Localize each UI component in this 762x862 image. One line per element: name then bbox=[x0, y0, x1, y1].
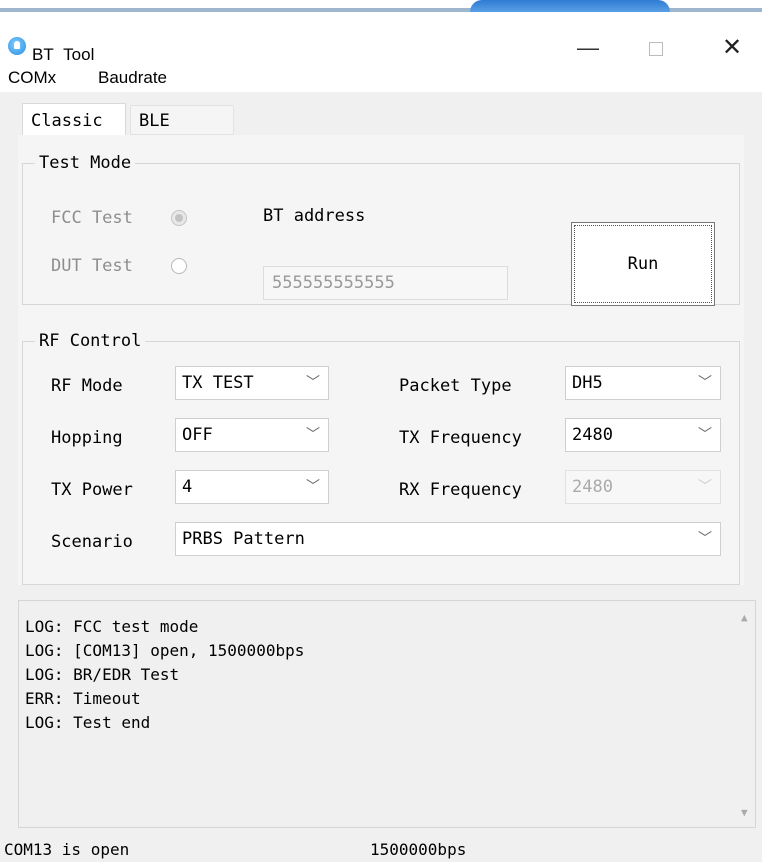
status-bar: COM13 is open 1500000bps bbox=[0, 834, 762, 862]
rf-mode-label: RF Mode bbox=[51, 376, 123, 396]
chevron-down-icon: ﹀ bbox=[698, 479, 712, 495]
rf-control-group: RF Control RF Mode TX TEST ﹀ Packet Type… bbox=[22, 331, 740, 585]
tx-power-value: 4 bbox=[182, 477, 193, 497]
test-mode-legend: Test Mode bbox=[35, 153, 136, 173]
chevron-down-icon: ﹀ bbox=[698, 375, 712, 391]
menu-comx[interactable]: COMx bbox=[8, 68, 56, 88]
dut-test-label: DUT Test bbox=[51, 256, 133, 276]
log-output[interactable]: LOG: FCC test mode LOG: [COM13] open, 15… bbox=[18, 600, 756, 828]
app-icon bbox=[8, 37, 26, 55]
maximize-icon bbox=[649, 42, 663, 57]
tx-frequency-label: TX Frequency bbox=[399, 428, 522, 448]
test-mode-group: Test Mode FCC Test DUT Test BT address 5… bbox=[22, 153, 740, 306]
run-button[interactable]: Run bbox=[571, 222, 715, 306]
minimize-button[interactable]: — bbox=[568, 34, 608, 64]
hopping-label: Hopping bbox=[51, 428, 123, 448]
chevron-down-icon: ﹀ bbox=[306, 375, 320, 391]
chevron-down-icon: ﹀ bbox=[698, 427, 712, 443]
scenario-value: PRBS Pattern bbox=[182, 529, 305, 549]
title-bar: BT_Tool — ✕ bbox=[0, 12, 762, 64]
fcc-test-label: FCC Test bbox=[51, 208, 133, 228]
close-button[interactable]: ✕ bbox=[712, 34, 752, 64]
desktop-strip bbox=[0, 0, 762, 12]
tx-frequency-value: 2480 bbox=[572, 425, 613, 445]
log-line: LOG: [COM13] open, 1500000bps bbox=[25, 641, 305, 660]
scenario-select[interactable]: PRBS Pattern ﹀ bbox=[175, 522, 721, 556]
rf-mode-value: TX TEST bbox=[182, 373, 254, 393]
baud-status: 1500000bps bbox=[370, 840, 467, 859]
menu-baudrate[interactable]: Baudrate bbox=[98, 68, 167, 88]
classic-panel: Test Mode FCC Test DUT Test BT address 5… bbox=[18, 135, 744, 585]
chevron-down-icon: ﹀ bbox=[306, 427, 320, 443]
rx-frequency-value: 2480 bbox=[572, 477, 613, 497]
menu-bar: COMx Baudrate bbox=[0, 62, 762, 92]
packet-type-label: Packet Type bbox=[399, 376, 512, 396]
scroll-down-icon[interactable]: ▼ bbox=[741, 806, 748, 819]
hopping-select[interactable]: OFF ﹀ bbox=[175, 418, 329, 452]
log-line: LOG: BR/EDR Test bbox=[25, 665, 180, 684]
tx-frequency-select[interactable]: 2480 ﹀ bbox=[565, 418, 721, 452]
rf-mode-select[interactable]: TX TEST ﹀ bbox=[175, 366, 329, 400]
scroll-up-icon[interactable]: ▲ bbox=[741, 611, 748, 624]
bt-address-label: BT address bbox=[263, 206, 366, 226]
fcc-test-radio[interactable] bbox=[171, 210, 187, 226]
packet-type-select[interactable]: DH5 ﹀ bbox=[565, 366, 721, 400]
scenario-label: Scenario bbox=[51, 532, 133, 552]
log-line: LOG: Test end bbox=[25, 713, 151, 732]
rx-frequency-label: RX Frequency bbox=[399, 480, 522, 500]
chevron-down-icon: ﹀ bbox=[306, 479, 320, 495]
rx-frequency-select[interactable]: 2480 ﹀ bbox=[565, 470, 721, 504]
tab-ble[interactable]: BLE bbox=[130, 105, 234, 135]
log-scrollbar[interactable]: ▲ ▼ bbox=[737, 601, 755, 827]
maximize-button[interactable] bbox=[636, 34, 676, 64]
log-line: LOG: FCC test mode bbox=[25, 617, 199, 636]
tx-power-select[interactable]: 4 ﹀ bbox=[175, 470, 329, 504]
hopping-value: OFF bbox=[182, 425, 213, 445]
tab-classic[interactable]: Classic bbox=[22, 103, 126, 137]
bt-address-input[interactable]: 555555555555 bbox=[263, 266, 508, 300]
dut-test-radio[interactable] bbox=[171, 258, 187, 274]
chevron-down-icon: ﹀ bbox=[698, 531, 712, 547]
port-status: COM13 is open bbox=[4, 840, 130, 859]
packet-type-value: DH5 bbox=[572, 373, 603, 393]
log-line: ERR: Timeout bbox=[25, 689, 141, 708]
tx-power-label: TX Power bbox=[51, 480, 133, 500]
rf-control-legend: RF Control bbox=[35, 331, 146, 351]
